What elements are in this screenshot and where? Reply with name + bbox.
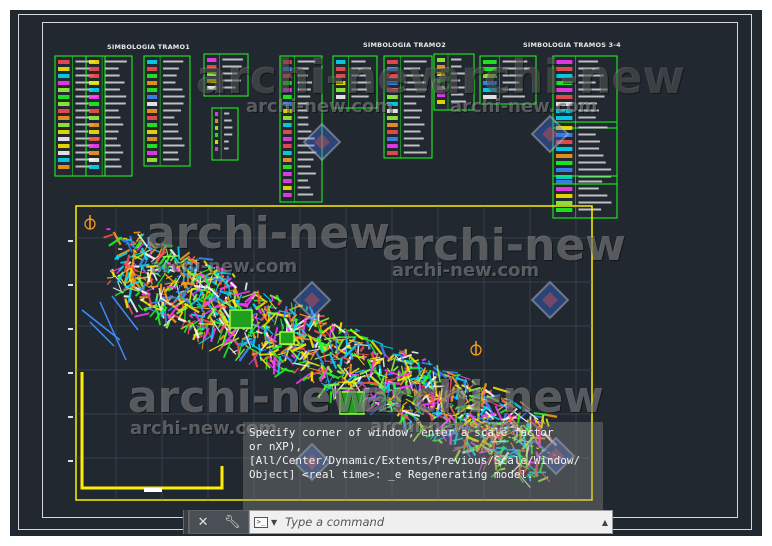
command-history-line: or nXP), [249, 440, 302, 453]
command-bar-tools: ✕ 🔧︎ [189, 510, 249, 534]
chevron-down-icon[interactable]: ▼ [271, 518, 277, 527]
close-icon[interactable]: ✕ [198, 516, 209, 529]
command-history: Specify corner of window, enter a scale … [243, 422, 603, 510]
command-history-line: [All/Center/Dynamic/Extents/Previous/Sca… [249, 454, 581, 467]
command-history-line: Object] <real time>: _e Regenerating mod… [249, 468, 534, 481]
command-prompt-icon[interactable]: >_ [254, 516, 268, 528]
command-line-bar: ✕ 🔧︎ >_ ▼ ▲ [183, 510, 613, 534]
command-input[interactable] [283, 514, 598, 530]
command-input-wrap: >_ ▼ ▲ [249, 510, 613, 534]
model-space-canvas[interactable]: SIMBOLOGIA TRAMO1 SIMBOLOGIA TRAMO2 SIMB… [10, 10, 762, 536]
wrench-icon[interactable]: 🔧︎ [224, 516, 241, 529]
chevron-up-icon[interactable]: ▲ [602, 518, 608, 527]
command-history-line: Specify corner of window, enter a scale … [249, 426, 554, 439]
